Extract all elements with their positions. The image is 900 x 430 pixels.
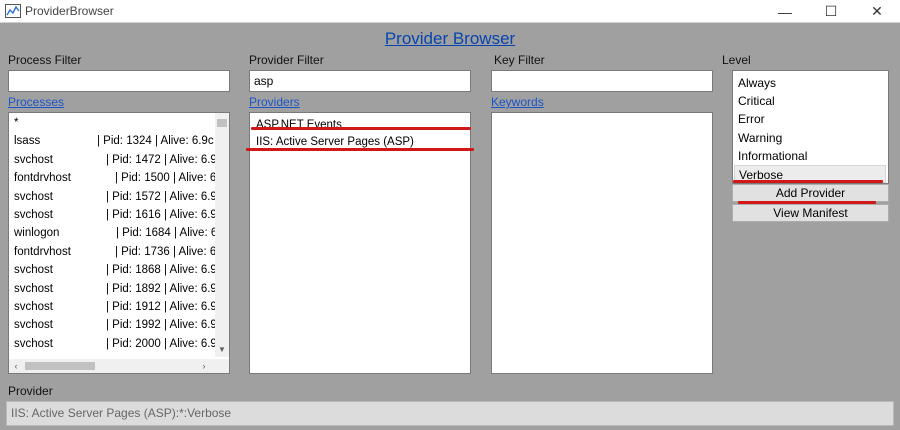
view-manifest-button[interactable]: View Manifest: [732, 204, 889, 222]
process-name[interactable]: svchost: [14, 338, 53, 350]
process-info[interactable]: | Pid: 1868 | Alive: 6.9: [106, 264, 217, 276]
list-item[interactable]: IIS: Active Server Pages (ASP): [256, 136, 414, 148]
provider-filter-label: Provider Filter: [249, 53, 324, 67]
level-item-warning[interactable]: Warning: [738, 131, 782, 145]
process-name[interactable]: svchost: [14, 191, 53, 203]
level-item-informational[interactable]: Informational: [738, 149, 807, 163]
process-info[interactable]: | Pid: 2000 | Alive: 6.9: [106, 338, 217, 350]
process-info[interactable]: | Pid: 1892 | Alive: 6.9: [106, 283, 217, 295]
scroll-thumb[interactable]: [25, 362, 95, 370]
process-name[interactable]: svchost: [14, 209, 53, 221]
process-name[interactable]: svchost: [14, 283, 53, 295]
process-name[interactable]: winlogon: [14, 227, 59, 239]
highlight-underline: [251, 127, 471, 130]
minimize-button[interactable]: —: [762, 0, 808, 23]
scroll-thumb[interactable]: [217, 119, 227, 127]
provider-list[interactable]: ASP.NET Events IIS: Active Server Pages …: [249, 112, 471, 374]
process-info[interactable]: | Pid: 1472 | Alive: 6.9: [106, 154, 217, 166]
chevron-right-icon[interactable]: ›: [199, 361, 209, 371]
window-title: ProviderBrowser: [25, 4, 114, 18]
chevron-left-icon[interactable]: ‹: [11, 361, 21, 371]
process-filter-input[interactable]: [8, 70, 230, 92]
page-title-link[interactable]: Provider Browser: [0, 29, 900, 49]
process-info[interactable]: | Pid: 1500 | Alive: 6: [115, 172, 216, 184]
title-bar: ProviderBrowser — ☐ ✕: [0, 0, 900, 23]
process-info[interactable]: | Pid: 1912 | Alive: 6.9: [106, 301, 217, 313]
process-list-vertical-scrollbar[interactable]: ▼: [215, 113, 229, 357]
process-info[interactable]: | Pid: 1992 | Alive: 6.9: [106, 319, 217, 331]
process-name[interactable]: fontdrvhost: [14, 246, 71, 258]
process-name[interactable]: lsass: [14, 135, 40, 147]
key-filter-label: Key Filter: [494, 53, 545, 67]
highlight-underline: [246, 148, 474, 151]
process-name[interactable]: svchost: [14, 264, 53, 276]
key-filter-input[interactable]: [491, 70, 713, 92]
add-provider-button[interactable]: Add Provider: [732, 184, 889, 202]
process-info[interactable]: | Pid: 1324 | Alive: 6.9c: [97, 135, 214, 147]
level-item-always[interactable]: Always: [738, 76, 776, 90]
main-area: Provider Browser Process Filter Processe…: [0, 23, 900, 430]
provider-label: Provider: [8, 384, 53, 398]
process-name[interactable]: fontdrvhost: [14, 172, 71, 184]
chevron-down-icon[interactable]: ▼: [217, 345, 227, 355]
process-list-horizontal-scrollbar[interactable]: ‹ ›: [9, 359, 229, 373]
provider-filter-input[interactable]: asp: [249, 70, 471, 92]
process-filter-label: Process Filter: [8, 53, 82, 67]
process-name[interactable]: svchost: [14, 301, 53, 313]
process-info[interactable]: | Pid: 1684 | Alive: 6: [116, 227, 217, 239]
provider-output: IIS: Active Server Pages (ASP):*:Verbose: [6, 401, 894, 426]
level-label: Level: [722, 53, 751, 67]
keyword-list[interactable]: [491, 112, 713, 374]
processes-link[interactable]: Processes: [8, 95, 64, 109]
keywords-link[interactable]: Keywords: [491, 95, 544, 109]
process-info[interactable]: | Pid: 1736 | Alive: 6: [115, 246, 216, 258]
process-name[interactable]: svchost: [14, 319, 53, 331]
chart-icon: [5, 4, 21, 18]
level-item-error[interactable]: Error: [738, 112, 765, 126]
maximize-button[interactable]: ☐: [808, 0, 854, 23]
process-name[interactable]: svchost: [14, 154, 53, 166]
process-info[interactable]: | Pid: 1616 | Alive: 6.9: [106, 209, 217, 221]
level-item-critical[interactable]: Critical: [738, 94, 775, 108]
process-name[interactable]: *: [14, 117, 18, 129]
providers-link[interactable]: Providers: [249, 95, 300, 109]
close-button[interactable]: ✕: [854, 0, 900, 23]
process-info[interactable]: | Pid: 1572 | Alive: 6.9: [106, 191, 217, 203]
highlight-underline: [733, 180, 883, 183]
level-list[interactable]: Always Critical Error Warning Informatio…: [732, 70, 889, 184]
process-list[interactable]: * lsass | Pid: 1324 | Alive: 6.9c svchost | …: [8, 112, 230, 374]
